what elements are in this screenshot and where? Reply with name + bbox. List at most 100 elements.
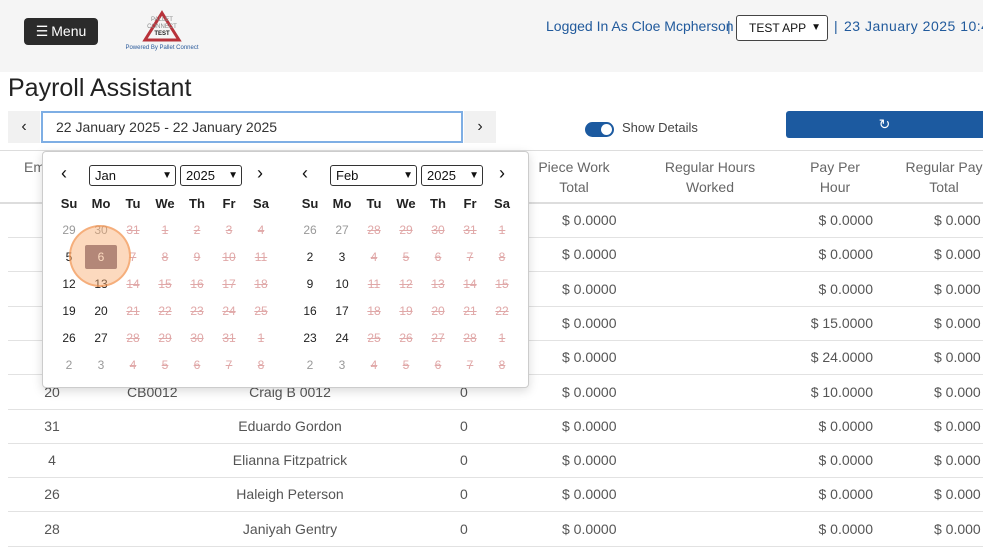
calendar-day[interactable]: 3 <box>326 245 358 269</box>
month-value: Jan <box>95 168 116 183</box>
calendar-day[interactable]: 2 <box>294 245 326 269</box>
calendar-day[interactable]: 2 <box>53 353 85 377</box>
cell-total: $ 0.000 <box>934 349 981 366</box>
calendar-day: 5 <box>402 250 410 264</box>
menu-button[interactable]: ☰ Menu <box>24 18 98 45</box>
calendar-day[interactable]: 23 <box>294 326 326 350</box>
col-header-hours[interactable]: Regular Hours Worked <box>660 157 760 197</box>
pallet-connect-logo[interactable]: PALLET CONNECT TEST Powered By Pallet Co… <box>118 8 206 56</box>
calendar-day: 20 <box>431 304 445 318</box>
col-header-line: Pay Per <box>810 159 860 175</box>
year-select-right[interactable]: 2025 ▼ <box>421 165 483 186</box>
calendar-day[interactable]: 27 <box>326 218 358 242</box>
app-select-value: TEST APP <box>749 21 807 35</box>
calendar-next-icon[interactable]: › <box>257 163 263 184</box>
calendar-day[interactable]: 17 <box>326 299 358 323</box>
calendar-day: 7 <box>466 358 474 372</box>
col-header-line: Hour <box>819 179 851 195</box>
calendar-day: 17 <box>222 277 236 291</box>
calendar-day: 28 <box>367 223 381 237</box>
calendar-day: 8 <box>498 250 506 264</box>
logged-in-user: Logged In As Cloe Mcpherson <box>546 18 734 34</box>
calendar-day: 1 <box>498 331 506 345</box>
refresh-button[interactable]: ↻ <box>786 111 983 138</box>
calendar-day: 22 <box>495 304 509 318</box>
cell-rate: $ 24.0000 <box>810 349 873 366</box>
calendar-day: 21 <box>463 304 477 318</box>
col-header-line: Worked <box>686 179 734 195</box>
weekday-header: Sa <box>494 196 510 211</box>
svg-text:CONNECT: CONNECT <box>147 24 177 30</box>
calendar-day[interactable]: 9 <box>294 272 326 296</box>
calendar-day: 14 <box>463 277 477 291</box>
weekday-header: We <box>155 196 175 211</box>
calendar-day: 31 <box>463 223 477 237</box>
cell-rate: $ 0.0000 <box>818 246 874 263</box>
calendar-prev-icon[interactable]: ‹ <box>61 163 67 184</box>
logo-tagline: Powered By Pallet Connect <box>125 45 199 51</box>
svg-text:TEST: TEST <box>154 31 170 37</box>
cell-total: $ 0.000 <box>934 383 981 400</box>
calendar-prev-icon[interactable]: ‹ <box>302 163 308 184</box>
weekday-header: Tu <box>125 196 141 211</box>
calendar-day: 3 <box>225 223 233 237</box>
calendar-next-icon[interactable]: › <box>499 163 505 184</box>
month-select-right[interactable]: Feb ▼ <box>330 165 417 186</box>
weekday-header: Th <box>430 196 446 211</box>
col-header-piece[interactable]: Piece Work Total <box>534 157 614 197</box>
calendar-day: 1 <box>257 331 265 345</box>
calendar-day[interactable]: 26 <box>53 326 85 350</box>
calendar-day[interactable]: 19 <box>53 299 85 323</box>
cell-total: $ 0.000 <box>934 280 981 297</box>
show-details-toggle[interactable] <box>585 122 614 137</box>
calendar-day[interactable]: 27 <box>85 326 117 350</box>
prev-range-button[interactable]: ‹ <box>8 111 40 143</box>
cell-piece: $ 0.0000 <box>562 246 617 263</box>
calendar-day[interactable]: 3 <box>85 353 117 377</box>
cell-total: $ 0.000 <box>934 520 981 537</box>
calendar-day[interactable]: 10 <box>326 272 358 296</box>
toggle-knob <box>601 124 612 135</box>
calendar-day: 25 <box>367 331 381 345</box>
col-header-total[interactable]: Regular Pay Total <box>904 157 983 197</box>
year-value: 2025 <box>186 168 215 183</box>
weekday-header: We <box>396 196 416 211</box>
current-datetime: 23 January 2025 10:4 <box>844 18 983 34</box>
cell-rate: $ 0.0000 <box>818 520 874 537</box>
col-header-line: Regular Hours <box>664 159 756 175</box>
weekday-header: Fr <box>463 196 477 211</box>
calendar-day[interactable]: 2 <box>294 353 326 377</box>
table-row[interactable]: 28 Janiyah Gentry 0 $ 0.0000 $ 0.0000 $ 0.000 <box>8 513 983 547</box>
cell-total: $ 0.000 <box>934 452 981 469</box>
table-row[interactable]: 4 Elianna Fitzpatrick 0 $ 0.0000 $ 0.0000 $ 0… <box>8 444 983 479</box>
chevron-down-icon: ▼ <box>811 22 821 33</box>
cell-piece: $ 0.0000 <box>562 452 617 469</box>
calendar-day[interactable]: 26 <box>294 218 326 242</box>
top-header: ☰ Menu PALLET CONNECT TEST Powered By Pal… <box>0 0 983 72</box>
calendar-day[interactable]: 16 <box>294 299 326 323</box>
calendar-day[interactable]: 20 <box>85 299 117 323</box>
month-select-left[interactable]: Jan ▼ <box>89 165 176 186</box>
calendar-day: 27 <box>431 331 445 345</box>
calendar-day: 7 <box>466 250 474 264</box>
app-select[interactable]: TEST APP ▼ <box>736 15 828 41</box>
calendar-day[interactable]: 24 <box>326 326 358 350</box>
col-header-line: Regular Pay <box>905 159 983 175</box>
year-select-left[interactable]: 2025 ▼ <box>180 165 242 186</box>
calendar-day: 11 <box>254 250 268 264</box>
table-row[interactable]: 26 Haleigh Peterson 0 $ 0.0000 $ 0.0000 $ 0.0… <box>8 478 983 513</box>
cell-total: $ 0.000 <box>934 212 981 228</box>
cell-rate: $ 0.0000 <box>818 417 874 434</box>
table-row[interactable]: 31 Eduardo Gordon 0 $ 0.0000 $ 0.0000 $ 0.000 <box>8 410 983 444</box>
cell-piece: $ 0.0000 <box>562 314 617 331</box>
calendar-day: 18 <box>254 277 268 291</box>
col-header-rate[interactable]: Pay Per Hour <box>800 157 870 197</box>
logo-triangle-icon: PALLET CONNECT TEST <box>142 10 182 42</box>
calendar-day: 30 <box>190 331 204 345</box>
calendar-day: 2 <box>193 223 201 237</box>
calendar-day[interactable]: 3 <box>326 353 358 377</box>
cell-name: Haleigh Peterson <box>236 486 344 503</box>
cell-rate: $ 10.0000 <box>810 383 873 400</box>
next-range-button[interactable]: › <box>464 111 496 143</box>
date-range-input[interactable]: 22 January 2025 - 22 January 2025 <box>41 111 463 143</box>
